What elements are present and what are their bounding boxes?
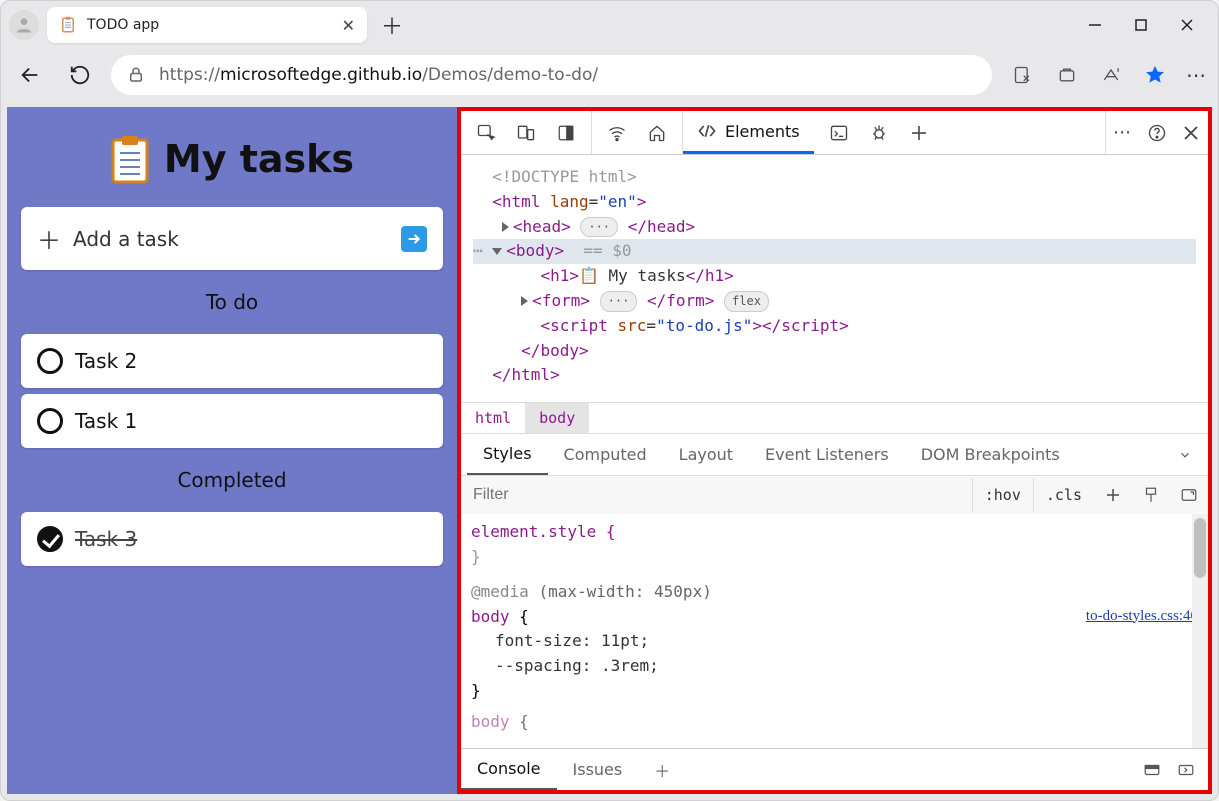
read-aloud-icon[interactable] xyxy=(1098,62,1124,88)
console-shortcut-icon[interactable] xyxy=(822,116,856,150)
cls-toggle[interactable]: .cls xyxy=(1033,478,1094,512)
submit-task-button[interactable] xyxy=(401,226,427,252)
new-tab-button[interactable]: ＋ xyxy=(375,8,409,42)
media-query: @media (max-width: 450px) xyxy=(471,582,712,601)
site-info-icon[interactable] xyxy=(127,66,145,84)
help-icon[interactable] xyxy=(1140,116,1174,150)
inspect-element-icon[interactable] xyxy=(469,116,503,150)
dom-breadcrumb[interactable]: html body xyxy=(461,402,1208,433)
url-input[interactable]: https://microsoftedge.github.io/Demos/de… xyxy=(111,55,992,95)
collections-icon[interactable] xyxy=(1054,62,1080,88)
checkbox-unchecked-icon[interactable] xyxy=(37,348,63,374)
task-item[interactable]: Task 1 xyxy=(21,394,443,448)
drawer-add-tab-icon[interactable]: ＋ xyxy=(638,749,686,790)
sources-debug-icon[interactable] xyxy=(862,116,896,150)
tab-dom-breakpoints[interactable]: DOM Breakpoints xyxy=(905,435,1076,474)
device-toggle-icon[interactable] xyxy=(509,116,543,150)
window-controls xyxy=(1088,18,1210,32)
task-item[interactable]: Task 3 xyxy=(21,512,443,566)
clipboard-icon xyxy=(59,16,77,34)
task-text: Task 1 xyxy=(75,409,137,433)
tab-elements-label: Elements xyxy=(725,122,800,141)
hov-toggle[interactable]: :hov xyxy=(972,478,1033,512)
profile-avatar[interactable] xyxy=(9,10,39,40)
stylesheet-link[interactable]: to-do-styles.css:40 xyxy=(1086,605,1198,628)
tab-computed[interactable]: Computed xyxy=(548,435,663,474)
devtools-menu-icon[interactable]: ⋯ xyxy=(1106,116,1140,150)
tab-close-icon[interactable]: ✕ xyxy=(342,16,355,35)
plus-icon: ＋ xyxy=(37,221,61,256)
task-item[interactable]: Task 2 xyxy=(21,334,443,388)
clipboard-icon xyxy=(110,135,150,183)
app-title: My tasks xyxy=(164,137,354,181)
edit-page-icon[interactable] xyxy=(1010,62,1036,88)
styles-tabstrip: Styles Computed Layout Event Listeners D… xyxy=(461,433,1208,475)
devtools-panel: Elements ⋯ <!DOCTYPE html> <html lang="e… xyxy=(457,107,1212,794)
task-text: Task 2 xyxy=(75,349,137,373)
breadcrumb-item[interactable]: html xyxy=(461,403,525,433)
titlebar: TODO app ✕ ＋ xyxy=(1,1,1218,49)
dom-tree[interactable]: <!DOCTYPE html> <html lang="en"> <head> … xyxy=(461,155,1208,402)
close-window-icon[interactable] xyxy=(1180,18,1198,32)
task-text: Task 3 xyxy=(75,527,137,551)
network-conditions-icon[interactable] xyxy=(600,116,634,150)
add-task-placeholder: Add a task xyxy=(73,227,179,251)
minimize-icon[interactable] xyxy=(1088,18,1106,32)
drawer-collapse-icon[interactable] xyxy=(1176,761,1196,779)
tab-event-listeners[interactable]: Event Listeners xyxy=(749,435,905,474)
url-text: https://microsoftedge.github.io/Demos/de… xyxy=(159,65,598,85)
new-style-rule-icon[interactable] xyxy=(1094,486,1132,504)
browser-tab[interactable]: TODO app ✕ xyxy=(47,7,367,43)
close-devtools-icon[interactable] xyxy=(1174,116,1208,150)
chevron-down-icon[interactable] xyxy=(1168,438,1202,472)
checkbox-unchecked-icon[interactable] xyxy=(37,408,63,434)
todo-app: My tasks ＋ Add a task To do Task 2 Task … xyxy=(7,107,457,794)
breadcrumb-item[interactable]: body xyxy=(525,403,589,433)
maximize-icon[interactable] xyxy=(1134,18,1152,32)
paint-flashing-icon[interactable] xyxy=(1132,486,1170,504)
drawer-tab-console[interactable]: Console xyxy=(461,749,557,790)
refresh-button[interactable] xyxy=(61,56,99,94)
toggle-common-rendering-icon[interactable] xyxy=(1170,486,1208,504)
styles-filter-input[interactable] xyxy=(461,476,972,514)
add-task-card[interactable]: ＋ Add a task xyxy=(21,207,443,270)
tab-elements[interactable]: Elements xyxy=(683,111,814,154)
todo-section-label: To do xyxy=(21,284,443,320)
styles-filter-bar: :hov .cls xyxy=(461,475,1208,514)
completed-section-label: Completed xyxy=(21,462,443,498)
address-bar: https://microsoftedge.github.io/Demos/de… xyxy=(1,49,1218,101)
browser-menu-icon[interactable]: ⋯ xyxy=(1186,63,1208,87)
devtools-toolbar: Elements ⋯ xyxy=(461,111,1208,155)
welcome-icon[interactable] xyxy=(640,116,674,150)
devtools-drawer: Console Issues ＋ xyxy=(461,748,1208,790)
more-tabs-icon[interactable] xyxy=(902,116,936,150)
drawer-expand-icon[interactable] xyxy=(1142,761,1162,779)
checkbox-checked-icon[interactable] xyxy=(37,526,63,552)
screencast-icon[interactable] xyxy=(549,116,583,150)
drawer-tab-issues[interactable]: Issues xyxy=(557,749,639,790)
tab-layout[interactable]: Layout xyxy=(663,435,749,474)
favorite-star-icon[interactable] xyxy=(1142,62,1168,88)
tab-title: TODO app xyxy=(87,17,159,33)
back-button[interactable] xyxy=(11,56,49,94)
tab-styles[interactable]: Styles xyxy=(467,434,548,475)
styles-rules[interactable]: element.style { } @media (max-width: 450… xyxy=(461,514,1208,748)
